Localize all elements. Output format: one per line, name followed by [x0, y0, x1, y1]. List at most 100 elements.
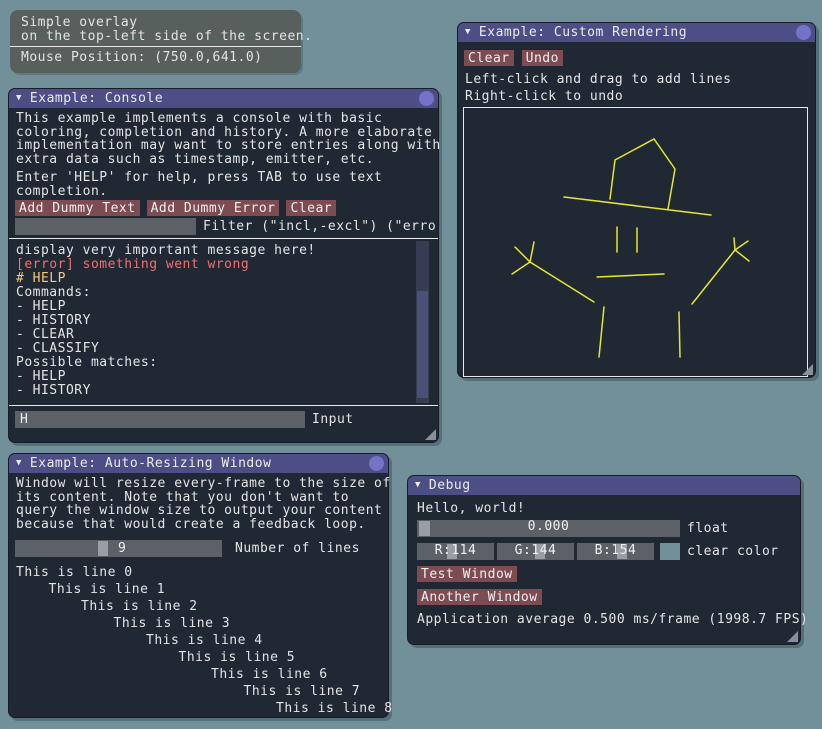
rgb-slider-value: G:144 [515, 543, 557, 558]
auto-resizing-description-line: because that would create a feedback loo… [16, 518, 391, 532]
number-of-lines-slider[interactable]: 9 [15, 540, 222, 557]
console-log-line: - HELP [10, 370, 437, 384]
auto-resizing-titlebar[interactable]: ▼ Example: Auto-Resizing Window [9, 454, 388, 473]
collapse-arrow-icon[interactable]: ▼ [16, 89, 22, 108]
custom-rendering-window-title: Example: Custom Rendering [479, 26, 687, 40]
collapse-arrow-icon[interactable]: ▼ [415, 476, 421, 495]
rgb-slider-row: R:114 G:144 B:154 [417, 543, 654, 560]
console-input-label: Input [312, 413, 354, 427]
custom-rendering-button[interactable]: Undo [522, 50, 563, 66]
resize-grip-icon[interactable] [425, 429, 436, 440]
application-stats-text: Application average 0.500 ms/frame (1998… [417, 613, 808, 627]
console-action-button[interactable]: Clear [286, 200, 336, 216]
console-log-line: Possible matches: [10, 356, 437, 370]
mouse-position-text: Mouse Position: (750.0,641.0) [21, 51, 262, 65]
close-icon[interactable] [369, 456, 384, 471]
lines-slider-row: 9 Number of lines [15, 540, 388, 558]
console-action-button[interactable]: Add Dummy Error [147, 200, 280, 216]
close-icon[interactable] [796, 25, 811, 40]
float-slider-label: float [687, 522, 729, 536]
console-log-line: display very important message here! [10, 244, 437, 258]
auto-resizing-description-line: Window will resize every-frame to the si… [16, 477, 391, 491]
close-icon[interactable] [419, 91, 434, 106]
line-text: This is line 2 [9, 598, 388, 615]
debug-window-title: Debug [429, 479, 471, 493]
drawing-svg [464, 108, 807, 376]
auto-resizing-description-line: query the window size to output your con… [16, 504, 391, 518]
rgb-slider[interactable]: B:154 [577, 543, 654, 560]
auto-resizing-description-line: its content. Note that you don't want to [16, 491, 391, 505]
console-log-line: - CLEAR [10, 328, 437, 342]
console-log-line: [error] something went wrong [10, 258, 437, 272]
float-slider[interactable]: 0.000 [417, 520, 680, 537]
console-button-row: Add Dummy Text Add Dummy Error Clear [15, 200, 336, 216]
console-scrollbar[interactable] [416, 241, 429, 403]
debug-titlebar[interactable]: ▼ Debug [408, 476, 800, 495]
resize-grip-icon[interactable] [802, 364, 813, 375]
custom-rendering-button-row: Clear Undo [464, 50, 563, 66]
resize-grip-icon[interactable] [787, 631, 798, 642]
slider-value: 9 [118, 542, 126, 556]
console-log-line: - HELP [10, 300, 437, 314]
console-intro-line: This example implements a console with b… [16, 112, 441, 126]
console-window: ▼ Example: Console This example implemen… [8, 88, 439, 443]
console-separator-top [9, 238, 438, 239]
custom-rendering-hint1: Left-click and drag to add lines [465, 73, 731, 87]
console-log-line: - CLASSIFY [10, 342, 437, 356]
line-text: This is line 0 [9, 564, 388, 581]
slider-grab[interactable] [98, 541, 108, 556]
overlay-text-line1: Simple overlay [21, 16, 138, 30]
console-action-button[interactable]: Add Dummy Text [15, 200, 140, 216]
float-slider-row: 0.000 float [408, 520, 800, 538]
float-slider-value: 0.000 [528, 519, 570, 534]
debug-window: ▼ Debug Hello, world! 0.000 float R:114 … [407, 475, 801, 645]
console-intro-line: extra data such as timestamp, emitter, e… [16, 153, 441, 167]
line-text: This is line 7 [9, 683, 388, 700]
console-log-line: # HELP [10, 272, 437, 286]
auto-resizing-window: ▼ Example: Auto-Resizing Window Window w… [8, 453, 389, 718]
custom-rendering-button[interactable]: Clear [464, 50, 514, 66]
hello-world-text: Hello, world! [417, 502, 525, 516]
auto-resizing-description: Window will resize every-frame to the si… [16, 477, 391, 531]
another-window-button[interactable]: Another Window [417, 589, 542, 605]
line-text: This is line 5 [9, 649, 388, 666]
slider-label: Number of lines [235, 542, 360, 556]
console-intro-line: implementation may want to store entries… [16, 139, 441, 153]
line-text: This is line 1 [9, 581, 388, 598]
collapse-arrow-icon[interactable]: ▼ [16, 454, 22, 473]
scrollbar-thumb[interactable] [417, 291, 428, 398]
console-log-line: Commands: [10, 286, 437, 300]
console-log-line: - HISTORY [10, 314, 437, 328]
custom-rendering-window: ▼ Example: Custom Rendering Clear Undo Le… [457, 22, 816, 378]
console-log-area[interactable]: some more textdisplay very important mes… [10, 241, 437, 403]
custom-rendering-titlebar[interactable]: ▼ Example: Custom Rendering [458, 23, 815, 42]
console-separator-bottom [9, 405, 438, 406]
auto-resizing-lines: This is line 0This is line 1This is line… [9, 564, 388, 717]
console-command-input[interactable] [15, 411, 305, 428]
slider-grab[interactable] [419, 521, 430, 536]
filter-label: Filter ("incl,-excl") ("error" [203, 220, 438, 234]
auto-resizing-window-title: Example: Auto-Resizing Window [30, 457, 271, 471]
line-text: This is line 6 [9, 666, 388, 683]
clear-color-swatch[interactable] [660, 543, 680, 560]
filter-input[interactable] [15, 218, 196, 235]
rgb-slider[interactable]: R:114 [417, 543, 494, 560]
drawing-canvas[interactable] [463, 107, 808, 377]
clear-color-label: clear color [687, 545, 779, 559]
collapse-arrow-icon[interactable]: ▼ [465, 23, 471, 42]
overlay-text-line2: on the top-left side of the screen. [21, 30, 312, 44]
rgb-slider[interactable]: G:144 [497, 543, 574, 560]
line-text: This is line 4 [9, 632, 388, 649]
console-titlebar[interactable]: ▼ Example: Console [9, 89, 438, 108]
console-intro-line: completion. [16, 185, 441, 199]
simple-overlay-window: Simple overlay on the top-left side of t… [10, 10, 301, 73]
line-text: This is line 3 [9, 615, 388, 632]
custom-rendering-hint2: Right-click to undo [465, 90, 623, 104]
console-intro-text: This example implements a console with b… [16, 112, 441, 198]
console-intro-line: Enter 'HELP' for help, press TAB to use … [16, 171, 441, 185]
rgb-slider-value: B:154 [595, 543, 637, 558]
test-window-button[interactable]: Test Window [417, 566, 517, 582]
console-log-line: - HISTORY [10, 384, 437, 398]
console-filter-row: Filter ("incl,-excl") ("error" [15, 218, 438, 236]
console-window-title: Example: Console [30, 92, 163, 106]
